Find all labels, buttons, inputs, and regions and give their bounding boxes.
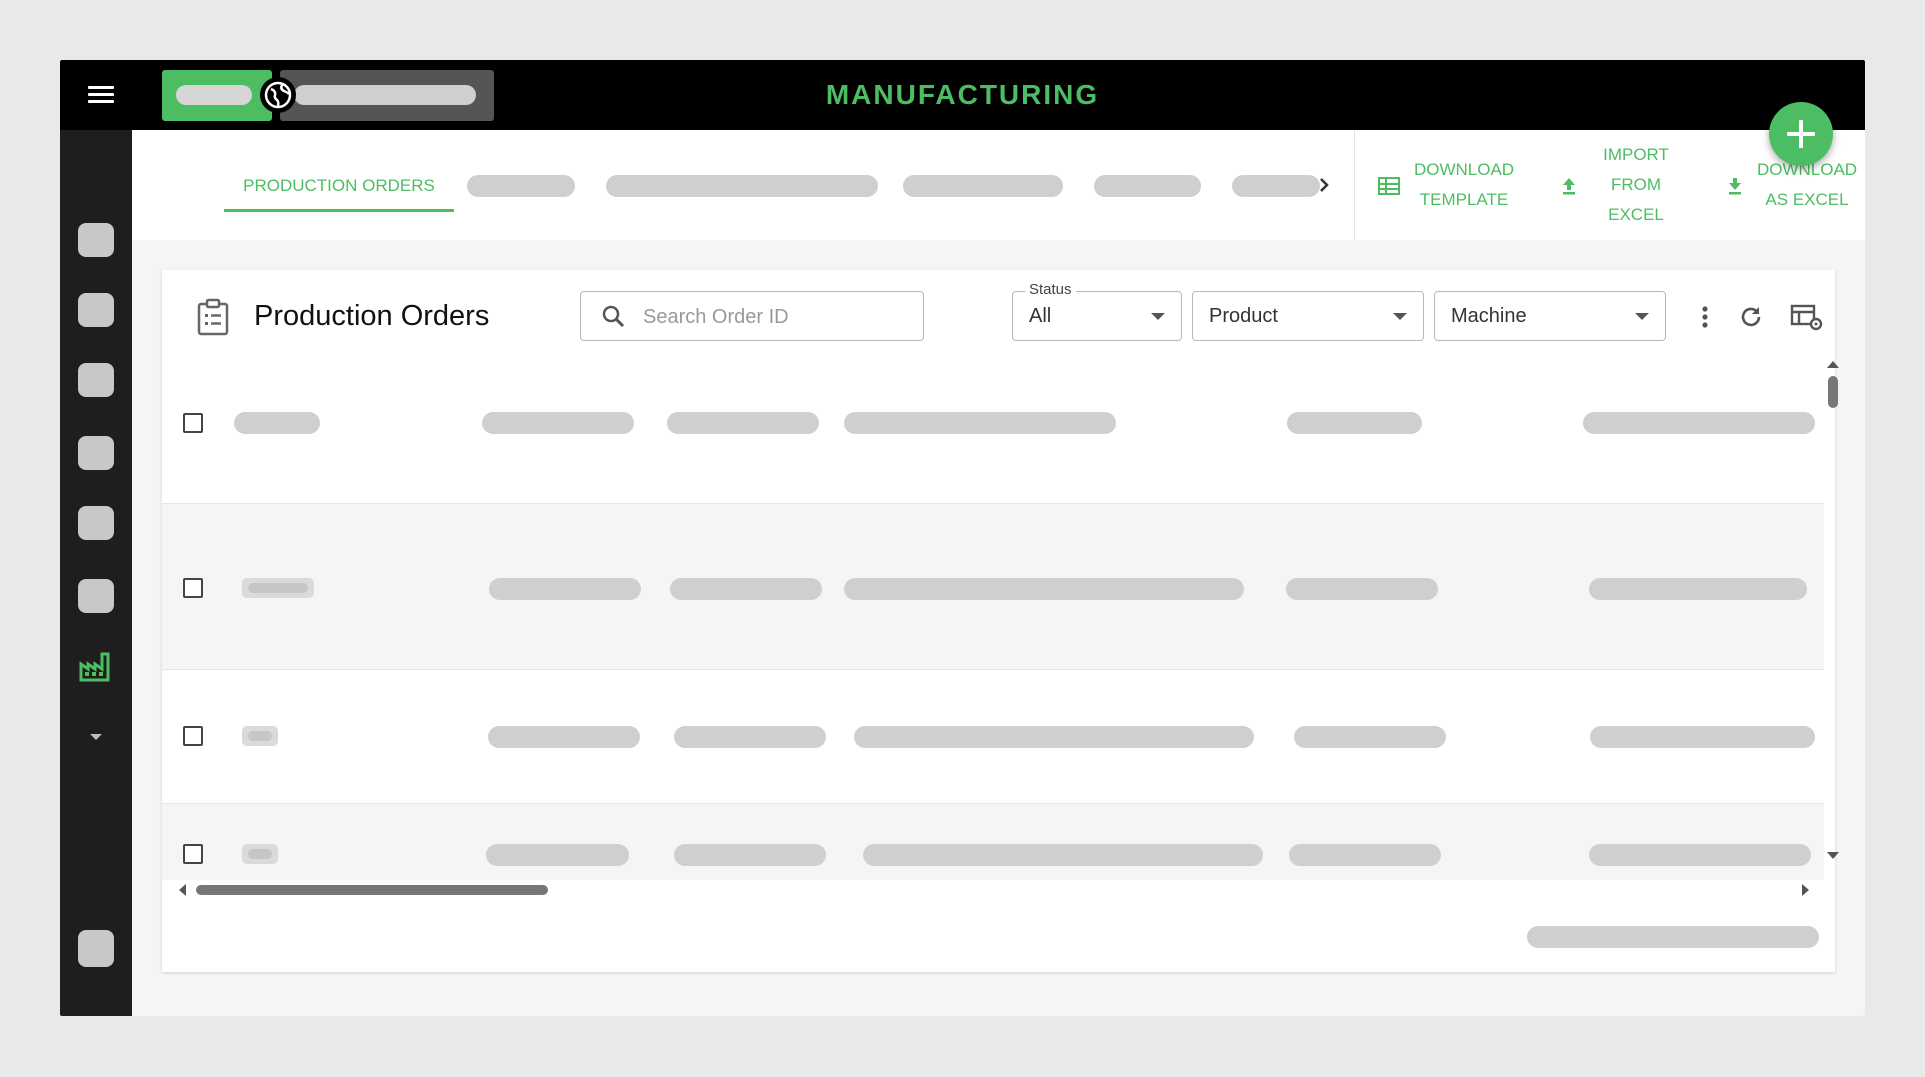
- row-checkbox[interactable]: [183, 413, 203, 433]
- dropdown-arrow-icon: [1393, 313, 1407, 320]
- product-filter[interactable]: Product: [1192, 291, 1424, 341]
- orders-table: [162, 370, 1824, 880]
- pagination[interactable]: [1527, 926, 1819, 948]
- tab-3[interactable]: [606, 175, 878, 197]
- table-cell: [863, 844, 1263, 866]
- table-row[interactable]: [162, 504, 1824, 670]
- table-cell: [1289, 844, 1441, 866]
- table-cell: [489, 578, 641, 600]
- table-cell: [1294, 726, 1446, 748]
- tab-production-orders[interactable]: PRODUCTION ORDERS: [224, 166, 454, 212]
- clipboard-list-icon: [196, 298, 230, 336]
- table-cell: [488, 726, 640, 748]
- search-icon: [602, 305, 625, 328]
- tabs-bar: PRODUCTION ORDERS DOWNLOAD TEMPLATE IMPO…: [132, 130, 1865, 240]
- table-row[interactable]: [162, 670, 1824, 804]
- sidebar-item-2[interactable]: [78, 293, 114, 327]
- production-orders-card: Production Orders Status All Product Mac…: [162, 270, 1839, 972]
- table-cell: [674, 726, 826, 748]
- search-box[interactable]: [580, 291, 924, 341]
- table-cell: [486, 844, 629, 866]
- table-row[interactable]: [162, 370, 1824, 504]
- search-input[interactable]: [641, 300, 915, 334]
- divider: [1354, 130, 1355, 240]
- refresh-icon[interactable]: [1736, 302, 1766, 332]
- plus-icon: [1787, 120, 1815, 148]
- dropdown-arrow-icon: [1635, 313, 1649, 320]
- sidebar-item-5[interactable]: [78, 506, 114, 540]
- table-cell: [242, 578, 314, 598]
- import-from-excel-label: IMPORT FROM EXCEL: [1603, 145, 1669, 224]
- tab-6[interactable]: [1232, 175, 1320, 197]
- sidebar-item-1[interactable]: [78, 223, 114, 257]
- factory-icon[interactable]: [78, 650, 114, 684]
- add-button[interactable]: [1769, 102, 1833, 166]
- chevron-down-icon[interactable]: [86, 730, 106, 744]
- table-cell: [1583, 412, 1815, 434]
- status-filter-label: Status: [1025, 281, 1076, 298]
- machine-filter-value: Machine: [1451, 305, 1527, 327]
- chevron-right-icon[interactable]: [1315, 172, 1335, 198]
- spreadsheet-icon: [1378, 177, 1400, 195]
- more-vert-icon[interactable]: [1690, 302, 1720, 332]
- status-filter-value: All: [1029, 305, 1052, 327]
- app-title: MANUFACTURING: [825, 79, 1100, 110]
- table-row[interactable]: [162, 804, 1824, 880]
- table-cell: [854, 726, 1254, 748]
- table-cell: [242, 726, 278, 746]
- product-filter-value: Product: [1209, 305, 1278, 327]
- sidebar-item-8[interactable]: [78, 933, 114, 967]
- table-cell: [482, 412, 634, 434]
- machine-filter[interactable]: Machine: [1434, 291, 1666, 341]
- sidebar-item-6[interactable]: [78, 579, 114, 613]
- import-from-excel-button[interactable]: IMPORT FROM EXCEL: [1550, 138, 1710, 232]
- table-cell: [844, 578, 1244, 600]
- download-template-label: DOWNLOAD TEMPLATE: [1413, 160, 1515, 209]
- app-window: MANUFACTURING PRODUCTION ORDERS DOWNLOAD…: [60, 60, 1865, 1016]
- upload-icon: [1563, 178, 1575, 195]
- table-cell: [670, 578, 822, 600]
- tab-5[interactable]: [1094, 175, 1201, 197]
- horizontal-scrollbar[interactable]: [172, 880, 1822, 900]
- download-icon: [1729, 178, 1741, 195]
- vertical-scrollbar[interactable]: [1822, 350, 1844, 870]
- table-cell: [1589, 844, 1811, 866]
- top-bar: MANUFACTURING: [60, 60, 1865, 130]
- row-checkbox[interactable]: [183, 726, 203, 746]
- table-cell: [1590, 726, 1815, 748]
- tab-4[interactable]: [903, 175, 1063, 197]
- table-cell: [1589, 578, 1807, 600]
- dropdown-arrow-icon: [1151, 313, 1165, 320]
- table-settings-icon[interactable]: [1790, 302, 1823, 332]
- table-cell: [844, 412, 1116, 434]
- table-cell: [234, 412, 320, 434]
- globe-icon: [260, 77, 296, 113]
- row-checkbox[interactable]: [183, 844, 203, 864]
- sidebar-item-4[interactable]: [78, 436, 114, 470]
- status-filter[interactable]: Status All: [1012, 281, 1182, 341]
- download-template-button[interactable]: DOWNLOAD TEMPLATE: [1370, 138, 1540, 232]
- table-cell: [242, 844, 278, 864]
- table-cell: [667, 412, 819, 434]
- table-cell: [1286, 578, 1438, 600]
- sidebar-item-3[interactable]: [78, 363, 114, 397]
- tab-2[interactable]: [467, 175, 575, 197]
- sidebar: [60, 130, 132, 1016]
- row-checkbox[interactable]: [183, 578, 203, 598]
- table-cell: [1287, 412, 1422, 434]
- table-cell: [674, 844, 826, 866]
- page-title: Production Orders: [254, 300, 490, 332]
